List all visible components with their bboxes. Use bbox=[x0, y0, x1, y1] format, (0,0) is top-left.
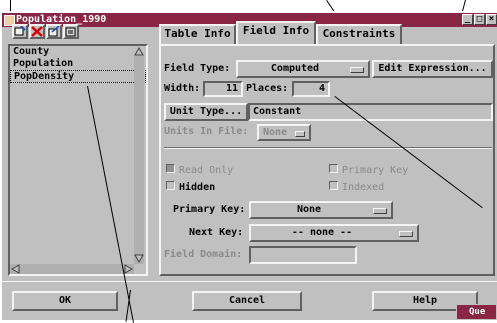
indexed-checkbox[interactable]: Indexed bbox=[329, 181, 384, 194]
read-only-label: Read Only bbox=[179, 165, 234, 176]
checkbox-indicator bbox=[166, 164, 175, 173]
chevron-down-icon bbox=[399, 231, 413, 237]
tab-table-info[interactable]: Table Info bbox=[159, 24, 236, 44]
scroll-up-icon[interactable] bbox=[134, 46, 144, 56]
cancel-button[interactable]: Cancel bbox=[192, 291, 302, 311]
ok-button[interactable]: OK bbox=[12, 291, 118, 311]
units-in-file-label: Units In File: bbox=[164, 126, 249, 137]
divider bbox=[164, 147, 492, 149]
primary-key-select[interactable]: None bbox=[249, 201, 393, 219]
delete-field-icon[interactable] bbox=[29, 24, 45, 39]
primary-key-check-label: Primary Key bbox=[342, 165, 409, 176]
close-icon[interactable]: × bbox=[486, 14, 497, 25]
field-type-value: Computed bbox=[270, 63, 320, 74]
width-field[interactable]: 11 bbox=[203, 81, 243, 97]
maximize-icon[interactable]: □ bbox=[474, 14, 485, 25]
add-field-icon[interactable] bbox=[12, 24, 28, 39]
scroll-right-icon[interactable] bbox=[124, 264, 134, 274]
edit-expression-button[interactable]: Edit Expression... bbox=[372, 60, 493, 78]
list-item[interactable]: Population bbox=[10, 58, 146, 70]
hidden-label: Hidden bbox=[179, 182, 216, 193]
minimize-icon[interactable]: _ bbox=[462, 14, 473, 25]
hidden-checkbox[interactable]: Hidden bbox=[166, 181, 215, 194]
chevron-down-icon bbox=[373, 208, 387, 214]
scroll-left-icon[interactable] bbox=[10, 264, 20, 274]
checkbox-indicator bbox=[329, 181, 338, 190]
checkbox-indicator bbox=[166, 181, 175, 190]
primary-key-value: None bbox=[296, 204, 322, 215]
field-info-panel: Field Type: Computed Edit Expression... … bbox=[159, 44, 495, 276]
places-label: Places: bbox=[246, 83, 289, 94]
field-domain-label: Field Domain: bbox=[164, 249, 243, 260]
chevron-down-icon bbox=[350, 67, 364, 73]
places-field[interactable]: 4 bbox=[292, 81, 330, 97]
next-key-value: -- none -- bbox=[291, 227, 353, 238]
primary-key-checkbox[interactable]: Primary Key bbox=[329, 164, 408, 177]
field-domain-field[interactable] bbox=[249, 246, 357, 264]
background-window-title: Que bbox=[469, 307, 486, 317]
read-only-checkbox[interactable]: Read Only bbox=[166, 164, 233, 177]
import-icon[interactable] bbox=[63, 24, 79, 39]
list-item-selected[interactable]: PopDensity bbox=[10, 70, 146, 83]
tab-field-info[interactable]: Field Info bbox=[236, 21, 316, 44]
checkbox-indicator bbox=[329, 164, 338, 173]
scroll-down-icon[interactable] bbox=[134, 254, 144, 264]
vertical-scrollbar[interactable] bbox=[134, 56, 144, 264]
field-type-select[interactable]: Computed bbox=[236, 60, 370, 78]
list-item[interactable]: County bbox=[10, 46, 146, 58]
unit-type-field[interactable]: Constant bbox=[248, 103, 493, 121]
indexed-label: Indexed bbox=[342, 182, 385, 193]
next-key-label: Next Key: bbox=[189, 227, 244, 238]
width-label: Width: bbox=[164, 83, 201, 94]
edit-icon[interactable] bbox=[46, 24, 62, 39]
primary-key-label: Primary Key: bbox=[173, 204, 246, 215]
horizontal-scrollbar[interactable] bbox=[10, 264, 134, 274]
units-in-file-select[interactable]: None bbox=[257, 124, 311, 141]
next-key-select[interactable]: -- none -- bbox=[249, 224, 419, 242]
field-list[interactable]: County Population PopDensity bbox=[8, 44, 148, 276]
tab-constraints[interactable]: Constraints bbox=[316, 24, 402, 44]
chevron-down-icon bbox=[295, 131, 305, 137]
background-window-titlebar[interactable]: Que bbox=[456, 304, 497, 320]
field-type-label: Field Type: bbox=[164, 63, 231, 74]
units-in-file-value: None bbox=[263, 127, 288, 138]
unit-type-button[interactable]: Unit Type... bbox=[164, 103, 248, 121]
